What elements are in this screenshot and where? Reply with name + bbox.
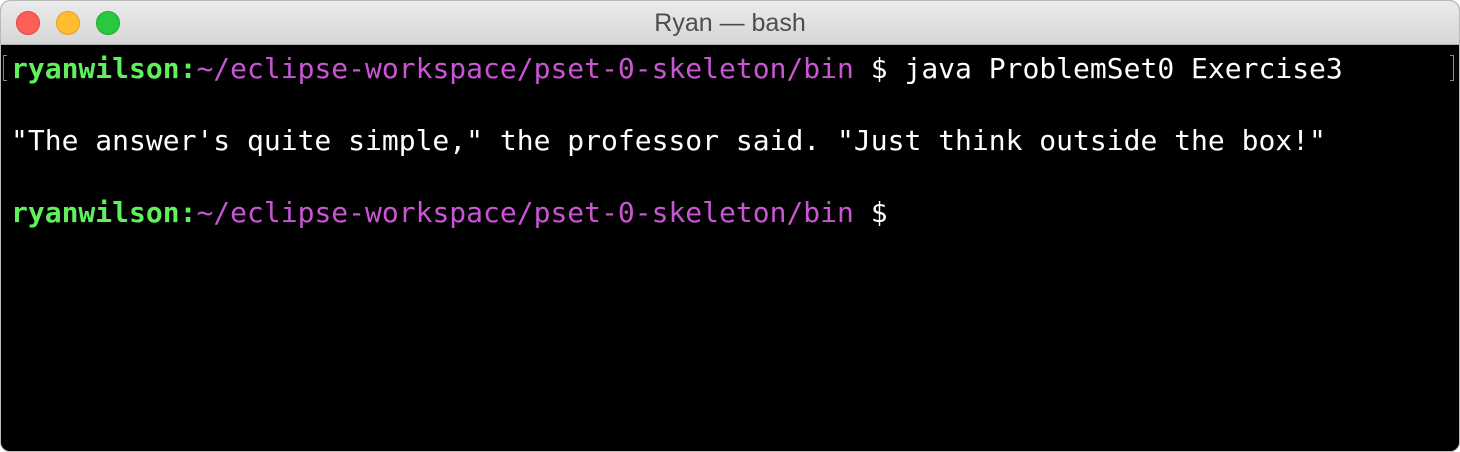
command-mark-left bbox=[3, 55, 7, 81]
prompt-path: ~/eclipse-workspace/pset-0-skeleton/bin bbox=[196, 196, 854, 229]
window-title: Ryan — bash bbox=[654, 9, 806, 37]
terminal-output[interactable]: ryanwilson:~/eclipse-workspace/pset-0-sk… bbox=[1, 45, 1459, 451]
command-mark-right bbox=[1450, 55, 1454, 81]
title-bar[interactable]: Ryan — bash bbox=[1, 1, 1459, 45]
output-text: "The answer's quite simple," the profess… bbox=[11, 124, 1326, 157]
prompt-symbol: $ bbox=[853, 196, 905, 229]
prompt-user: ryanwilson bbox=[11, 52, 180, 85]
prompt-separator: : bbox=[179, 52, 197, 85]
current-prompt-line[interactable]: ryanwilson:~/eclipse-workspace/pset-0-sk… bbox=[11, 195, 904, 231]
command-line: ryanwilson:~/eclipse-workspace/pset-0-sk… bbox=[11, 51, 1343, 87]
program-output-line: "The answer's quite simple," the profess… bbox=[11, 123, 1326, 159]
prompt-path: ~/eclipse-workspace/pset-0-skeleton/bin bbox=[196, 52, 854, 85]
prompt-symbol: $ bbox=[853, 52, 905, 85]
terminal-window: Ryan — bash ryanwilson:~/eclipse-workspa… bbox=[0, 0, 1460, 452]
command-text: java ProblemSet0 Exercise3 bbox=[904, 52, 1343, 85]
prompt-separator: : bbox=[179, 196, 197, 229]
prompt-user: ryanwilson bbox=[11, 196, 180, 229]
